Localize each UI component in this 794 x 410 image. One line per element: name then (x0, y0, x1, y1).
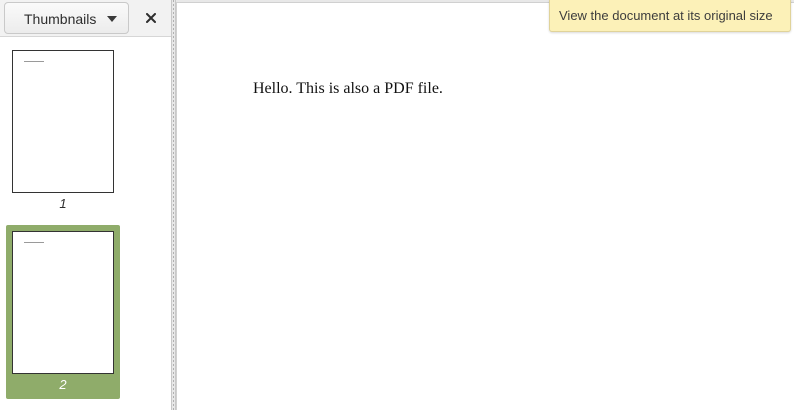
thumbnail-list: 1 2 (0, 38, 171, 410)
pane-separator-grip (173, 0, 174, 410)
thumbnail-text-line (24, 61, 44, 62)
sidebar-header: Thumbnails (0, 0, 171, 37)
document-page: Hello. This is also a PDF file. (176, 2, 794, 410)
close-sidebar-button[interactable] (139, 4, 163, 32)
sidebar: Thumbnails 1 2 (0, 0, 171, 410)
thumbnail-page-number: 1 (59, 196, 67, 211)
pan-down-icon (107, 16, 117, 22)
thumbnail-page-1[interactable]: 1 (6, 44, 120, 218)
thumbnail-text-line (24, 242, 44, 243)
tooltip: View the document at its original size (549, 0, 791, 32)
thumbnail-page-number: 2 (59, 377, 67, 392)
tooltip-text: View the document at its original size (559, 8, 773, 23)
thumbnail-page-image (12, 231, 114, 374)
thumbnail-page-image (12, 50, 114, 193)
document-view[interactable]: Hello. This is also a PDF file. (176, 0, 794, 410)
sidebar-view-selector[interactable]: Thumbnails (4, 2, 129, 34)
thumbnail-page-2[interactable]: 2 (6, 225, 120, 399)
document-viewer-window: Thumbnails 1 2 Hello. This is also a PDF… (0, 0, 794, 410)
document-text: Hello. This is also a PDF file. (253, 80, 443, 97)
sidebar-view-selector-label: Thumbnails (24, 11, 97, 27)
close-icon (146, 13, 156, 23)
